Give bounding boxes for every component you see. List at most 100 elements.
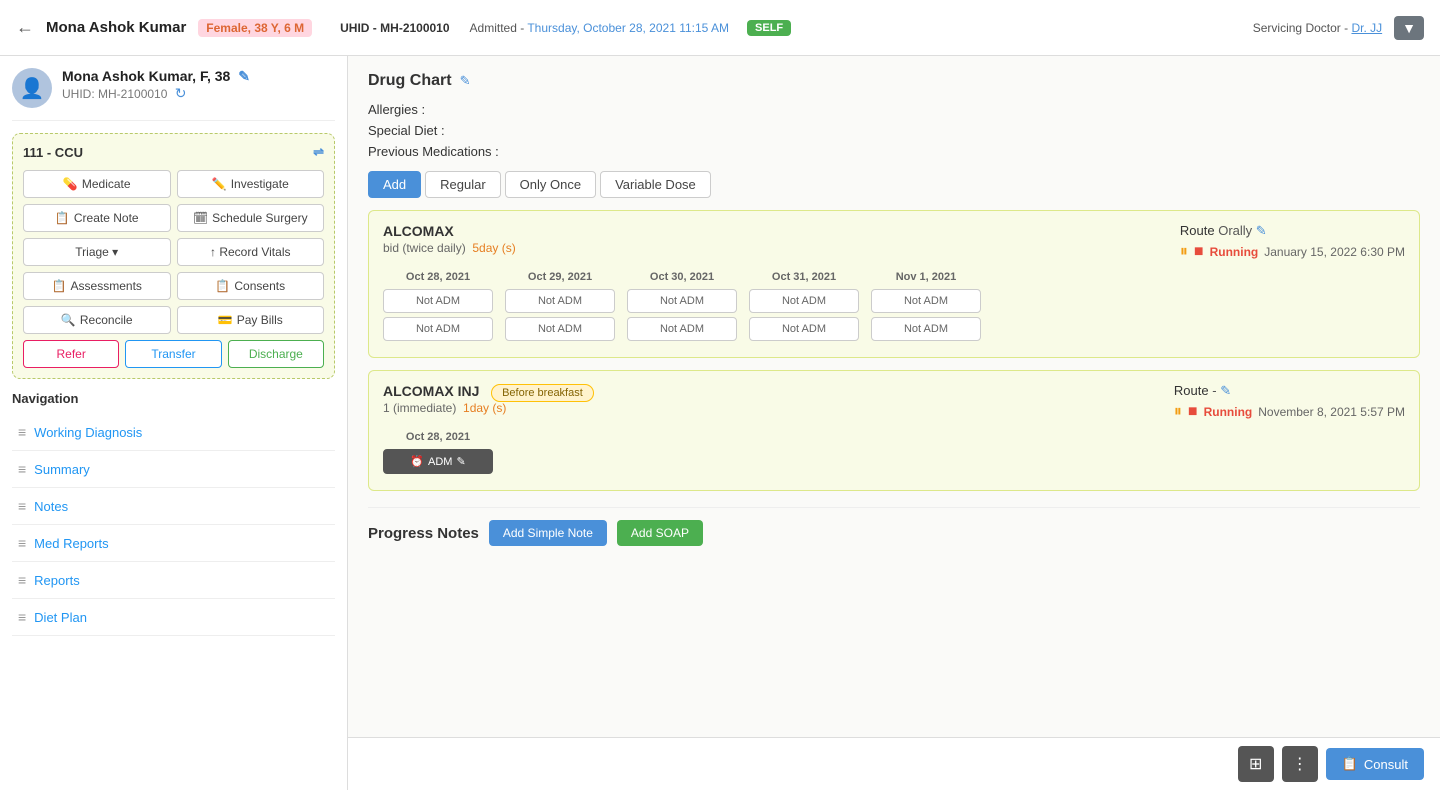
header-uhid: UHID - MH-2100010: [340, 21, 449, 35]
status-alcomax: ⏸ ■ Running January 15, 2022 6:30 PM: [1180, 243, 1405, 261]
admin-col-inj-0: Oct 28, 2021 ⏰ ADM ✎: [383, 431, 493, 478]
previous-medications-row: Previous Medications :: [368, 144, 1420, 159]
patient-card-info: Mona Ashok Kumar, F, 38 ✎ UHID: MH-21000…: [62, 68, 335, 102]
patient-card: 👤 Mona Ashok Kumar, F, 38 ✎ UHID: MH-210…: [12, 68, 335, 121]
add-simple-note-button[interactable]: Add Simple Note: [489, 520, 607, 546]
route-alcomax: Route Orally ✎: [1180, 223, 1405, 239]
more-icon: ⋮: [1292, 754, 1308, 774]
nav-icon-notes: ≡: [18, 498, 26, 514]
drug-chart-title: Drug Chart: [368, 72, 452, 90]
room-card: 111 - CCU ⇌ 💊 Medicate ✏️ Investigate 📋 …: [12, 133, 335, 379]
drug-card-alcomax-inj-header: ALCOMAX INJ Before breakfast 1 (immediat…: [383, 383, 1405, 421]
progress-notes-section: Progress Notes Add Simple Note Add SOAP: [368, 507, 1420, 546]
drug-name-alcomax: ALCOMAX: [383, 223, 516, 239]
more-options-button[interactable]: ⋮: [1282, 746, 1318, 782]
sidebar-item-reports[interactable]: ≡ Reports: [12, 562, 335, 599]
transfer-button[interactable]: Transfer: [125, 340, 221, 368]
room-label: 111 - CCU: [23, 145, 83, 160]
pay-bills-button[interactable]: 💳 Pay Bills: [177, 306, 325, 334]
add-soap-button[interactable]: Add SOAP: [617, 520, 703, 546]
top-header: ← Mona Ashok Kumar Female, 38 Y, 6 M UHI…: [0, 0, 1440, 56]
status-alcomax-inj: ⏸ ■ Running November 8, 2021 5:57 PM: [1174, 403, 1405, 421]
consult-icon: 📋: [1342, 756, 1358, 772]
consents-button[interactable]: 📋 Consents: [177, 272, 325, 300]
sidebar-item-summary[interactable]: ≡ Summary: [12, 451, 335, 488]
pause-icon-alcomax-inj[interactable]: ⏸: [1174, 403, 1182, 421]
refer-button[interactable]: Refer: [23, 340, 119, 368]
medicate-icon: 💊: [63, 177, 78, 191]
route-edit-icon[interactable]: ✎: [1256, 223, 1267, 238]
drug-chart-header: Drug Chart ✎: [368, 72, 1420, 90]
main-content: Drug Chart ✎ Allergies : Special Diet : …: [348, 56, 1440, 790]
admin-cell: Not ADM: [383, 317, 493, 341]
drug-dosage-alcomax: bid (twice daily) 5day (s): [383, 241, 516, 255]
admin-cell: Not ADM: [749, 317, 859, 341]
pause-icon-alcomax[interactable]: ⏸: [1180, 243, 1188, 261]
assessments-button[interactable]: 📋 Assessments: [23, 272, 171, 300]
tab-add[interactable]: Add: [368, 171, 421, 198]
record-vitals-button[interactable]: ↑ Record Vitals: [177, 238, 325, 266]
adm-edit-icon[interactable]: ✎: [456, 455, 465, 468]
admin-cell: Not ADM: [749, 289, 859, 313]
route-inj-edit-icon[interactable]: ✎: [1220, 383, 1231, 398]
create-note-icon: 📋: [55, 211, 70, 225]
tab-regular[interactable]: Regular: [425, 171, 501, 198]
drug-chart-edit-icon[interactable]: ✎: [460, 73, 471, 89]
route-alcomax-inj: Route - ✎: [1174, 383, 1405, 399]
doctor-link[interactable]: Dr. JJ: [1351, 21, 1382, 35]
grid-view-button[interactable]: ⊞: [1238, 746, 1274, 782]
schedule-surgery-button[interactable]: 🗓 Schedule Surgery: [177, 204, 325, 232]
tab-only-once[interactable]: Only Once: [505, 171, 596, 198]
grid-icon: ⊞: [1249, 754, 1262, 774]
admin-cell: Not ADM: [383, 289, 493, 313]
allergies-row: Allergies :: [368, 102, 1420, 117]
adm-cell[interactable]: ⏰ ADM ✎: [383, 449, 493, 474]
edit-patient-icon[interactable]: ✎: [238, 68, 250, 84]
avatar: 👤: [12, 68, 52, 108]
admin-col-0: Oct 28, 2021 Not ADM Not ADM: [383, 271, 493, 345]
sidebar-item-med-reports[interactable]: ≡ Med Reports: [12, 525, 335, 562]
admin-col-2: Oct 30, 2021 Not ADM Not ADM: [627, 271, 737, 345]
admin-col-4: Nov 1, 2021 Not ADM Not ADM: [871, 271, 981, 345]
drug-name-alcomax-inj: ALCOMAX INJ Before breakfast: [383, 383, 594, 399]
sidebar-patient-name: Mona Ashok Kumar, F, 38 ✎: [62, 68, 335, 85]
drug-badge: Before breakfast: [491, 384, 594, 402]
self-badge: SELF: [747, 20, 791, 36]
sidebar-item-notes[interactable]: ≡ Notes: [12, 488, 335, 525]
gender-age-badge: Female, 38 Y, 6 M: [198, 19, 312, 37]
sidebar: 👤 Mona Ashok Kumar, F, 38 ✎ UHID: MH-210…: [0, 56, 348, 790]
refresh-icon[interactable]: ↻: [175, 85, 187, 101]
special-diet-row: Special Diet :: [368, 123, 1420, 138]
room-settings-icon[interactable]: ⇌: [313, 144, 324, 160]
drug-dosage-alcomax-inj: 1 (immediate) 1day (s): [383, 401, 594, 415]
admin-cell: Not ADM: [505, 317, 615, 341]
create-note-button[interactable]: 📋 Create Note: [23, 204, 171, 232]
medication-tabs: Add Regular Only Once Variable Dose: [368, 171, 1420, 198]
progress-notes-title: Progress Notes: [368, 525, 479, 542]
reconcile-button[interactable]: 🔍 Reconcile: [23, 306, 171, 334]
admin-cell: Not ADM: [627, 289, 737, 313]
investigate-button[interactable]: ✏️ Investigate: [177, 170, 325, 198]
back-button[interactable]: ←: [16, 17, 34, 38]
stop-icon-alcomax[interactable]: ■: [1194, 243, 1204, 261]
triage-button[interactable]: Triage ▾: [23, 238, 171, 266]
admitted-date-link[interactable]: Thursday, October 28, 2021 11:15 AM: [527, 21, 729, 35]
sidebar-item-diet-plan[interactable]: ≡ Diet Plan: [12, 599, 335, 636]
admin-grid-alcomax-inj: Oct 28, 2021 ⏰ ADM ✎: [383, 431, 1405, 478]
nav-icon-diet-plan: ≡: [18, 609, 26, 625]
action-buttons: 💊 Medicate ✏️ Investigate 📋 Create Note …: [23, 170, 324, 334]
discharge-button[interactable]: Discharge: [228, 340, 324, 368]
admin-cell: Not ADM: [627, 317, 737, 341]
medicate-button[interactable]: 💊 Medicate: [23, 170, 171, 198]
sidebar-item-working-diagnosis[interactable]: ≡ Working Diagnosis: [12, 414, 335, 451]
consult-button[interactable]: 📋 Consult: [1326, 748, 1424, 780]
stop-icon-alcomax-inj[interactable]: ■: [1188, 403, 1198, 421]
tab-variable-dose[interactable]: Variable Dose: [600, 171, 711, 198]
drug-card-alcomax-left: ALCOMAX bid (twice daily) 5day (s): [383, 223, 516, 255]
header-patient-name: Mona Ashok Kumar: [46, 19, 186, 36]
admin-cell: Not ADM: [505, 289, 615, 313]
schedule-icon: 🗓: [193, 211, 208, 225]
header-dropdown-button[interactable]: ▼: [1394, 16, 1424, 40]
nav-icon-med-reports: ≡: [18, 535, 26, 551]
drug-card-alcomax-header: ALCOMAX bid (twice daily) 5day (s) Route…: [383, 223, 1405, 261]
